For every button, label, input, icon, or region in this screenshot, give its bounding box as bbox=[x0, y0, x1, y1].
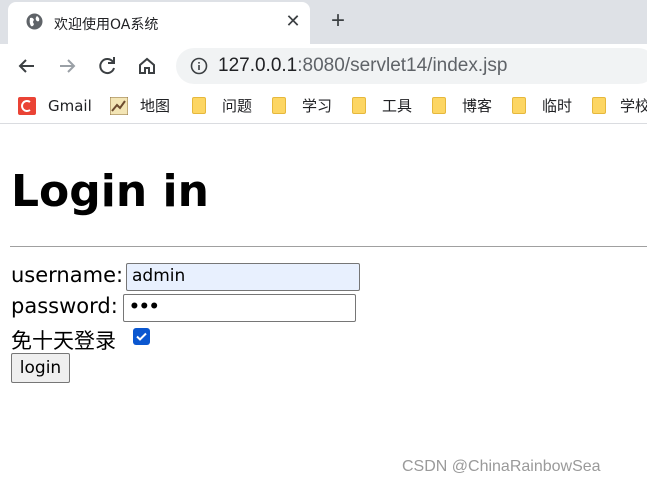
divider bbox=[10, 246, 647, 247]
page-title: Login in bbox=[11, 166, 209, 217]
close-icon[interactable]: ✕ bbox=[282, 10, 304, 32]
folder-icon bbox=[592, 97, 606, 114]
password-input[interactable]: ••• bbox=[123, 294, 356, 322]
bookmark-label: 地图 bbox=[140, 97, 171, 115]
checkmark-icon bbox=[136, 332, 147, 341]
bookmark-folder-xuexiao[interactable]: 学校 bbox=[592, 96, 647, 116]
home-icon[interactable] bbox=[133, 52, 161, 80]
folder-icon bbox=[192, 97, 206, 114]
url-host: 127.0.0.1 bbox=[218, 55, 298, 76]
browser-toolbar: 127.0.0.1:8080/servlet14/index.jsp bbox=[0, 44, 647, 88]
bookmark-label: 学习 bbox=[302, 97, 333, 115]
bookmark-label: 问题 bbox=[222, 97, 253, 115]
url-text: 127.0.0.1:8080/servlet14/index.jsp bbox=[218, 55, 507, 77]
bookmark-label: 博客 bbox=[462, 97, 493, 115]
address-bar[interactable]: 127.0.0.1:8080/servlet14/index.jsp bbox=[176, 48, 647, 84]
folder-icon bbox=[512, 97, 526, 114]
page-content: Login in username: admin password: ••• 免… bbox=[0, 125, 647, 487]
url-path: :8080/servlet14/index.jsp bbox=[297, 55, 508, 76]
login-button[interactable]: login bbox=[11, 353, 70, 383]
info-icon[interactable] bbox=[190, 57, 208, 75]
back-icon[interactable] bbox=[13, 52, 41, 80]
forward-icon[interactable] bbox=[53, 52, 81, 80]
tab-strip: 欢迎使用OA系统 ✕ + bbox=[0, 0, 647, 44]
username-label: username: bbox=[11, 263, 124, 287]
globe-icon bbox=[26, 13, 43, 30]
tab-title: 欢迎使用OA系统 bbox=[54, 17, 159, 33]
bookmarks-bar: Gmail 地图 问题 学习 工具 博客 临时 学校 bbox=[0, 88, 647, 124]
remember-label: 免十天登录 bbox=[11, 329, 116, 353]
folder-icon bbox=[352, 97, 366, 114]
map-icon bbox=[109, 96, 129, 116]
new-tab-icon[interactable]: + bbox=[326, 9, 350, 33]
remember-checkbox[interactable] bbox=[133, 328, 150, 345]
bookmark-label: 学校 bbox=[620, 97, 647, 115]
folder-icon bbox=[272, 97, 286, 114]
bookmark-label: 临时 bbox=[542, 97, 573, 115]
password-label: password: bbox=[11, 294, 118, 318]
tab-active[interactable]: 欢迎使用OA系统 ✕ bbox=[8, 2, 310, 44]
bookmark-label: Gmail bbox=[48, 97, 92, 115]
watermark: CSDN @ChinaRainbowSea bbox=[402, 458, 601, 475]
username-input[interactable]: admin bbox=[126, 263, 360, 291]
reload-icon[interactable] bbox=[93, 52, 121, 80]
folder-icon bbox=[432, 97, 446, 114]
gmail-icon bbox=[18, 97, 36, 115]
bookmark-label: 工具 bbox=[382, 97, 413, 115]
